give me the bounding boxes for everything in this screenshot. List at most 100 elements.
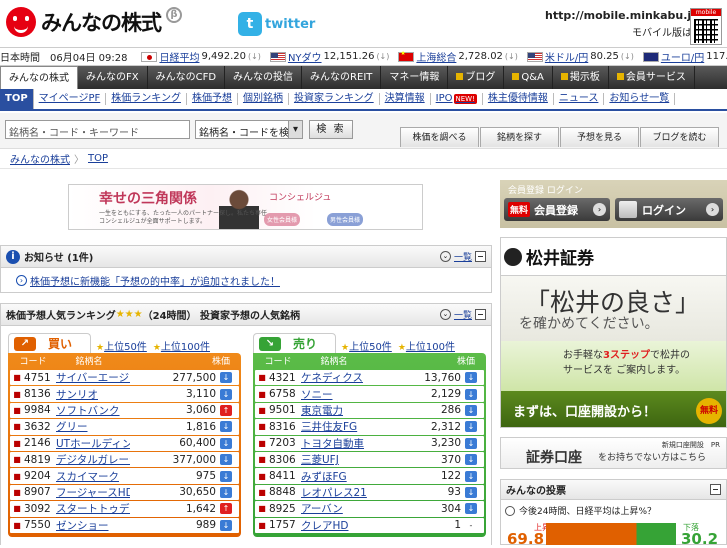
ticker-item[interactable]: 米ドル/円 80.25 (↓) <box>526 49 634 64</box>
stock-name-link[interactable]: ゼンショー <box>56 518 130 533</box>
expand-icon[interactable]: ⌄ <box>439 309 451 320</box>
expand-icon[interactable]: ⌄ <box>439 251 451 262</box>
ranking-more-link[interactable]: 一覧 <box>454 308 472 321</box>
stock-name-link[interactable]: サイバーエージェント <box>56 370 130 385</box>
subnav-item-notices[interactable]: お知らせ一覧 <box>604 93 676 105</box>
stock-name-link[interactable]: フージャースHD <box>56 485 130 500</box>
stock-name-link[interactable]: レオパレス21 <box>301 485 375 500</box>
ad-cta[interactable]: まずは、口座開設から！ 無料 <box>501 391 726 427</box>
mainnav-item-member[interactable]: 会員サービス <box>609 66 695 89</box>
buy-top100-link[interactable]: 上位100件 <box>161 338 210 353</box>
table-row[interactable]: ■3092 スタートトゥデイ 1,642 ↑ <box>10 501 239 517</box>
stock-name-link[interactable]: グリー <box>56 419 130 434</box>
ticker-item[interactable]: 上海総合 2,728.02 (↓) <box>398 49 518 64</box>
ticker-item[interactable]: NYダウ 12,151.26 (↓) <box>269 49 389 64</box>
poll-radio[interactable] <box>505 505 515 516</box>
table-row[interactable]: ■ 9501 東京電力 286 ↓ <box>255 402 484 419</box>
stock-name-link[interactable]: スタートトゥデイ <box>56 501 130 516</box>
subnav-item-mypage[interactable]: マイページPF <box>34 93 107 105</box>
table-row[interactable]: ■ 6758 ソニー 2,129 ↓ <box>255 386 484 402</box>
mainnav-item-stocks[interactable]: みんなの株式 <box>0 66 78 89</box>
stock-name-link[interactable]: サンリオ <box>56 387 130 402</box>
table-row[interactable]: ■ 8848 レオパレス21 93 ↓ <box>255 484 484 501</box>
ad-banner[interactable]: 幸せの三角関係 コンシェルジュ 一生をともにする、たった一人のパートナー探し。私… <box>68 184 423 230</box>
table-row[interactable]: ■ 8136 サンリオ 3,110 ↓ <box>10 386 239 402</box>
table-row[interactable]: ■ 1757 クレアHD 1- <box>255 517 484 533</box>
stock-name-link[interactable]: ケネディクス <box>301 370 375 385</box>
table-row[interactable]: ■4751 サイバーエージェント 277,500 ↓ <box>10 370 239 386</box>
stock-name-link[interactable]: クレアHD <box>301 518 375 533</box>
buy-top50-link[interactable]: 上位50件 <box>104 338 147 353</box>
tab-read-blog[interactable]: ブログを読む <box>640 127 719 147</box>
stock-name-link[interactable]: みずほFG <box>301 469 375 484</box>
table-row[interactable]: ■2146 UTホールディングス 60,400 ↓ <box>10 435 239 451</box>
notice-more-link[interactable]: 一覧 <box>454 250 472 263</box>
tab-see-forecast[interactable]: 予想を見る <box>560 127 639 147</box>
account-open-banner[interactable]: 新規口座開設 PR 証券口座 をお持ちでない方はこちら <box>500 437 727 469</box>
subnav-item-yutai[interactable]: 株主優待情報 <box>483 93 554 105</box>
notice-item-link[interactable]: 株価予想に新機能「予想の的中率」が追加されました！ <box>30 273 280 288</box>
mainnav-item-reit[interactable]: みんなのREIT <box>302 66 382 89</box>
subnav-item-investor-ranking[interactable]: 投資家ランキング <box>289 93 380 105</box>
register-button[interactable]: 無料 会員登録 › <box>504 198 610 221</box>
mainnav-item-board[interactable]: 掲示板 <box>553 66 609 89</box>
mainnav-item-fx[interactable]: みんなのFX <box>78 66 148 89</box>
stock-name-link[interactable]: デジタルガレージ <box>56 452 130 467</box>
stock-name-link[interactable]: UTホールディングス <box>56 436 130 451</box>
mainnav-item-money[interactable]: マネー情報 <box>381 66 449 89</box>
table-row[interactable]: ■ 8411 みずほFG 122 ↓ <box>255 468 484 484</box>
table-row[interactable]: ■ 9204 スカイマーク 975 ↓ <box>10 468 239 484</box>
subnav-item-forecast[interactable]: 株価予想 <box>187 93 238 105</box>
table-row[interactable]: ■ 7203 トヨタ自動車 3,230 ↓ <box>255 435 484 451</box>
table-row[interactable]: ■ 4321 ケネディクス 13,760 ↓ <box>255 370 484 386</box>
notice-item[interactable]: › 株価予想に新機能「予想の的中率」が追加されました！ <box>1 268 491 288</box>
table-row[interactable]: ■ 8925 アーバン 304 ↓ <box>255 501 484 517</box>
stock-name-link[interactable]: 三菱UFJ <box>301 452 375 467</box>
stock-name-link[interactable]: ソフトバンク <box>56 403 130 418</box>
matsui-ad[interactable]: 松井証券 「松井の良さ」 を確かめてください。 お手軽な3ステップで松井の サー… <box>500 237 727 428</box>
breadcrumb-home[interactable]: みんなの株式 <box>10 151 70 166</box>
login-button[interactable]: ログイン › <box>615 198 723 221</box>
search-input[interactable]: 銘柄名・コード・キーワード <box>5 120 190 139</box>
breadcrumb-current[interactable]: TOP <box>88 153 108 164</box>
ticker-item[interactable]: 日経平均 9,492.20 (↓) <box>141 49 261 64</box>
collapse-icon[interactable] <box>710 484 721 495</box>
tab-check-price[interactable]: 株価を調べる <box>400 127 479 147</box>
site-logo[interactable]: みんなの株式 β <box>6 6 182 38</box>
subnav-item-ipo[interactable]: IPO NEW! <box>431 93 483 105</box>
stock-name-link[interactable]: スカイマーク <box>56 469 130 484</box>
table-row[interactable]: ■ 7550 ゼンショー 989 ↓ <box>10 517 239 533</box>
ticker-item[interactable]: ユーロ/円 117.42 <box>642 49 727 64</box>
subnav-item-news[interactable]: ニュース <box>554 93 605 105</box>
subnav-item-ranking[interactable]: 株価ランキング <box>106 93 187 105</box>
table-row[interactable]: ■ 3632 グリー 1,816 ↓ <box>10 419 239 435</box>
table-row[interactable]: ■ 8907 フージャースHD 30,650 ↓ <box>10 484 239 501</box>
mainnav-item-qa[interactable]: Q&A <box>504 66 553 89</box>
search-type-select[interactable]: 銘柄名・コードを検索 <box>195 120 303 139</box>
table-row[interactable]: ■4819 デジタルガレージ 377,000 ↓ <box>10 451 239 468</box>
poll-question[interactable]: 今後24時間、日経平均は上昇%？ <box>505 504 656 517</box>
stock-name-link[interactable]: 三井住友FG <box>301 419 375 434</box>
search-button[interactable]: 検 索 <box>309 120 353 139</box>
table-row[interactable]: ■ 8306 三菱UFJ 370 ↓ <box>255 451 484 468</box>
mainnav-item-blog[interactable]: ブログ <box>448 66 505 89</box>
sell-top50-link[interactable]: 上位50件 <box>349 338 392 353</box>
table-row[interactable]: ■ 9984 ソフトバンク 3,060 ↑ <box>10 402 239 419</box>
mainnav-item-funds[interactable]: みんなの投信 <box>225 66 303 89</box>
stock-name-link[interactable]: トヨタ自動車 <box>301 436 375 451</box>
subnav-item-earnings[interactable]: 決算情報 <box>380 93 431 105</box>
twitter-link[interactable]: t twitter <box>238 12 315 36</box>
subnav-item-top[interactable]: TOP <box>0 89 34 109</box>
buy-tab[interactable]: ↗ 買い <box>8 333 91 353</box>
mainnav-item-cfd[interactable]: みんなのCFD <box>148 66 226 89</box>
collapse-icon[interactable] <box>475 251 486 262</box>
sell-tab[interactable]: ↘ 売り <box>253 333 336 353</box>
collapse-icon[interactable] <box>475 309 486 320</box>
stock-name-link[interactable]: 東京電力 <box>301 403 375 418</box>
stock-name-link[interactable]: アーバン <box>301 501 375 516</box>
table-row[interactable]: ■ 8316 三井住友FG 2,312 ↓ <box>255 419 484 435</box>
tab-find-stock[interactable]: 銘柄を探す <box>480 127 559 147</box>
subnav-item-stock[interactable]: 個別銘柄 <box>238 93 289 105</box>
stock-name-link[interactable]: ソニー <box>301 387 375 402</box>
sell-top100-link[interactable]: 上位100件 <box>406 338 455 353</box>
